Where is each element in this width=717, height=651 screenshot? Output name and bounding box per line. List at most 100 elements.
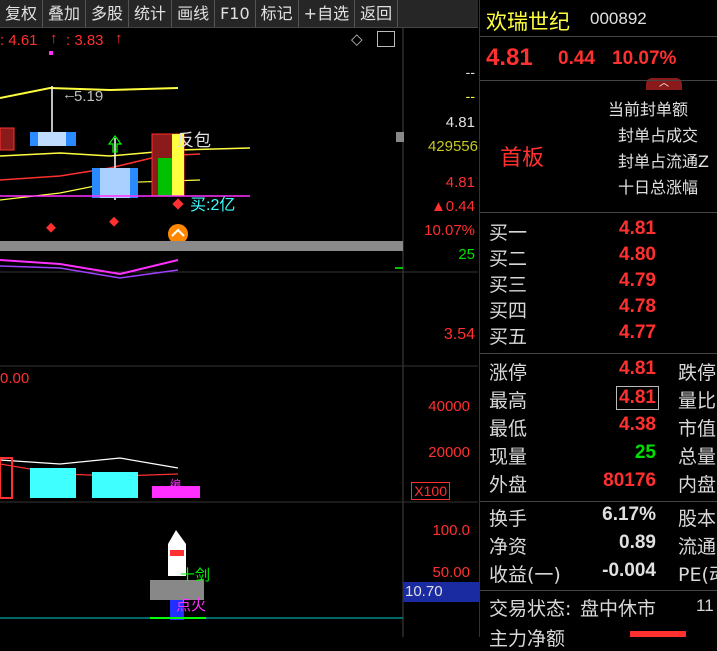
toolbar-zixuan[interactable]: +自选	[299, 0, 356, 27]
order-price: 4.77	[619, 322, 656, 343]
stat-label-right: 量比	[678, 390, 717, 412]
stat-value: 4.81	[616, 386, 659, 410]
order-price: 4.80	[619, 244, 656, 265]
axis-price-0: --	[465, 64, 475, 80]
order-price: 4.78	[619, 296, 656, 317]
chart-header-right: : 3.83	[66, 32, 104, 49]
axis-price-2: 4.81	[445, 114, 475, 131]
stat-label-right: 市值	[678, 418, 717, 440]
stat-label-right: 内盘	[678, 474, 717, 496]
stock-code: 000892	[590, 9, 647, 28]
order-price: 4.81	[619, 218, 656, 239]
toolbar-f10[interactable]: F10	[215, 0, 256, 27]
order-row[interactable]: 买二 4.80	[480, 244, 717, 272]
order-row[interactable]: 买四 4.78	[480, 296, 717, 324]
stock-change-pct: 10.07%	[612, 48, 677, 69]
toolbar-huaxian[interactable]: 画线	[172, 0, 216, 27]
status-value: 盘中休市	[580, 598, 657, 620]
kline-chart-svg	[0, 28, 478, 637]
stat-value: 25	[634, 442, 656, 463]
stock-price: 4.81	[486, 44, 533, 71]
fund-label-right: 流通	[678, 536, 717, 558]
stat-row: 外盘 80176 内盘	[480, 470, 717, 498]
stock-change: 0.44	[558, 48, 595, 69]
seal-label-3: 十日总涨幅	[618, 178, 699, 197]
axis-price-1: --	[465, 88, 475, 104]
axis-price-4: 4.81	[445, 174, 475, 191]
order-row[interactable]: 买五 4.77	[480, 322, 717, 350]
stat-label-right: 跌停	[678, 362, 717, 384]
axis-ind-0: 100.0	[432, 522, 470, 539]
stat-label: 涨停	[489, 362, 528, 384]
toolbar-duogu[interactable]: 多股	[86, 0, 130, 27]
stat-row: 涨停 4.81 跌停	[480, 358, 717, 386]
order-row[interactable]: 买一 4.81	[480, 218, 717, 246]
status-label: 交易状态:	[489, 598, 572, 620]
order-label: 买一	[489, 222, 528, 244]
board-tag: 首板	[500, 146, 545, 171]
vol-marker: 编	[170, 479, 181, 491]
fund-value: 6.17%	[602, 504, 656, 525]
ma-value: 5.19	[74, 88, 104, 105]
label-dianhuo: 点火	[176, 597, 207, 614]
seal-label-2: 封单占流通Z	[618, 152, 709, 171]
toolbar: 复权 叠加 多股 统计 画线 F10 标记 +自选 返回	[0, 0, 478, 28]
axis-vol-1: 20000	[428, 444, 470, 461]
axis-price-8: 3.54	[443, 326, 475, 343]
stat-label-right: 总量	[678, 446, 717, 468]
order-price: 4.79	[619, 270, 656, 291]
stat-label: 最高	[489, 390, 528, 412]
order-label: 买三	[489, 274, 528, 296]
axis-price-6: 10.07%	[424, 222, 475, 239]
kline-chart[interactable]: : 4.61 ↑ : 3.83 ↑ ◇ ← 5.19 反包 买:2亿 -- --…	[0, 28, 480, 637]
order-label: 买五	[489, 326, 528, 348]
toolbar-tongji[interactable]: 统计	[129, 0, 173, 27]
status-extra: 11	[696, 596, 714, 615]
arrow-up-icon: ↑	[115, 30, 123, 47]
axis-price-3: 429556	[427, 138, 478, 155]
vol-header: 0.00	[0, 370, 30, 387]
seal-label-0: 当前封单额	[608, 100, 689, 119]
stat-row: 现量 25 总量	[480, 442, 717, 470]
main-flow-label[interactable]: 主力净额	[489, 624, 565, 651]
order-row[interactable]: 买三 4.79	[480, 270, 717, 298]
stat-label: 最低	[489, 418, 528, 440]
fund-label-right: PE(动	[678, 564, 717, 586]
toolbar-fuquan[interactable]: 复权	[0, 0, 44, 27]
fund-value: 0.89	[619, 532, 656, 553]
stock-name: 欢瑞世纪	[486, 10, 570, 34]
axis-vol-unit[interactable]: X100	[411, 482, 450, 500]
toolbar-diejia[interactable]: 叠加	[43, 0, 87, 27]
fund-label: 净资	[489, 536, 528, 558]
fund-label: 收益(一)	[489, 564, 561, 586]
axis-vol-0: 40000	[428, 398, 470, 415]
stat-label: 现量	[489, 446, 528, 468]
stat-value: 4.81	[619, 358, 656, 379]
order-label: 买二	[489, 248, 528, 270]
indicator-value: 10.70	[403, 582, 480, 602]
axis-price-5: ▲0.44	[430, 198, 475, 215]
main-flow-bar	[630, 631, 686, 637]
order-label: 买四	[489, 300, 528, 322]
quote-panel: 欢瑞世纪 000892 4.81 0.44 10.07% ︿ 首板 当前封单额 …	[479, 0, 717, 650]
fund-row: 净资 0.89 流通	[480, 532, 717, 560]
stat-label: 外盘	[489, 474, 528, 496]
label-buy: 买:2亿	[190, 197, 236, 214]
fund-row: 收益(一) -0.004 PE(动	[480, 560, 717, 588]
fund-row: 换手 6.17% 股本	[480, 504, 717, 532]
stat-row: 最高 4.81 量比	[480, 386, 717, 414]
fund-value: -0.004	[602, 560, 656, 581]
label-shijian: 十剑	[180, 567, 211, 584]
fund-label: 换手	[489, 508, 528, 530]
toolbar-biaoji[interactable]: 标记	[256, 0, 299, 27]
toolbar-fanhui[interactable]: 返回	[355, 0, 399, 27]
arrow-up-icon: ↑	[50, 30, 58, 47]
stat-value: 80176	[603, 470, 656, 491]
panel-toggle-icon[interactable]	[377, 31, 395, 47]
fund-label-right: 股本	[678, 508, 717, 530]
axis-ind-1: 50.00	[432, 564, 470, 581]
diamond-icon[interactable]: ◇	[351, 30, 363, 48]
label-fanbao: 反包	[177, 131, 211, 150]
stat-value: 4.38	[619, 414, 656, 435]
chart-header-left: : 4.61	[0, 32, 38, 49]
